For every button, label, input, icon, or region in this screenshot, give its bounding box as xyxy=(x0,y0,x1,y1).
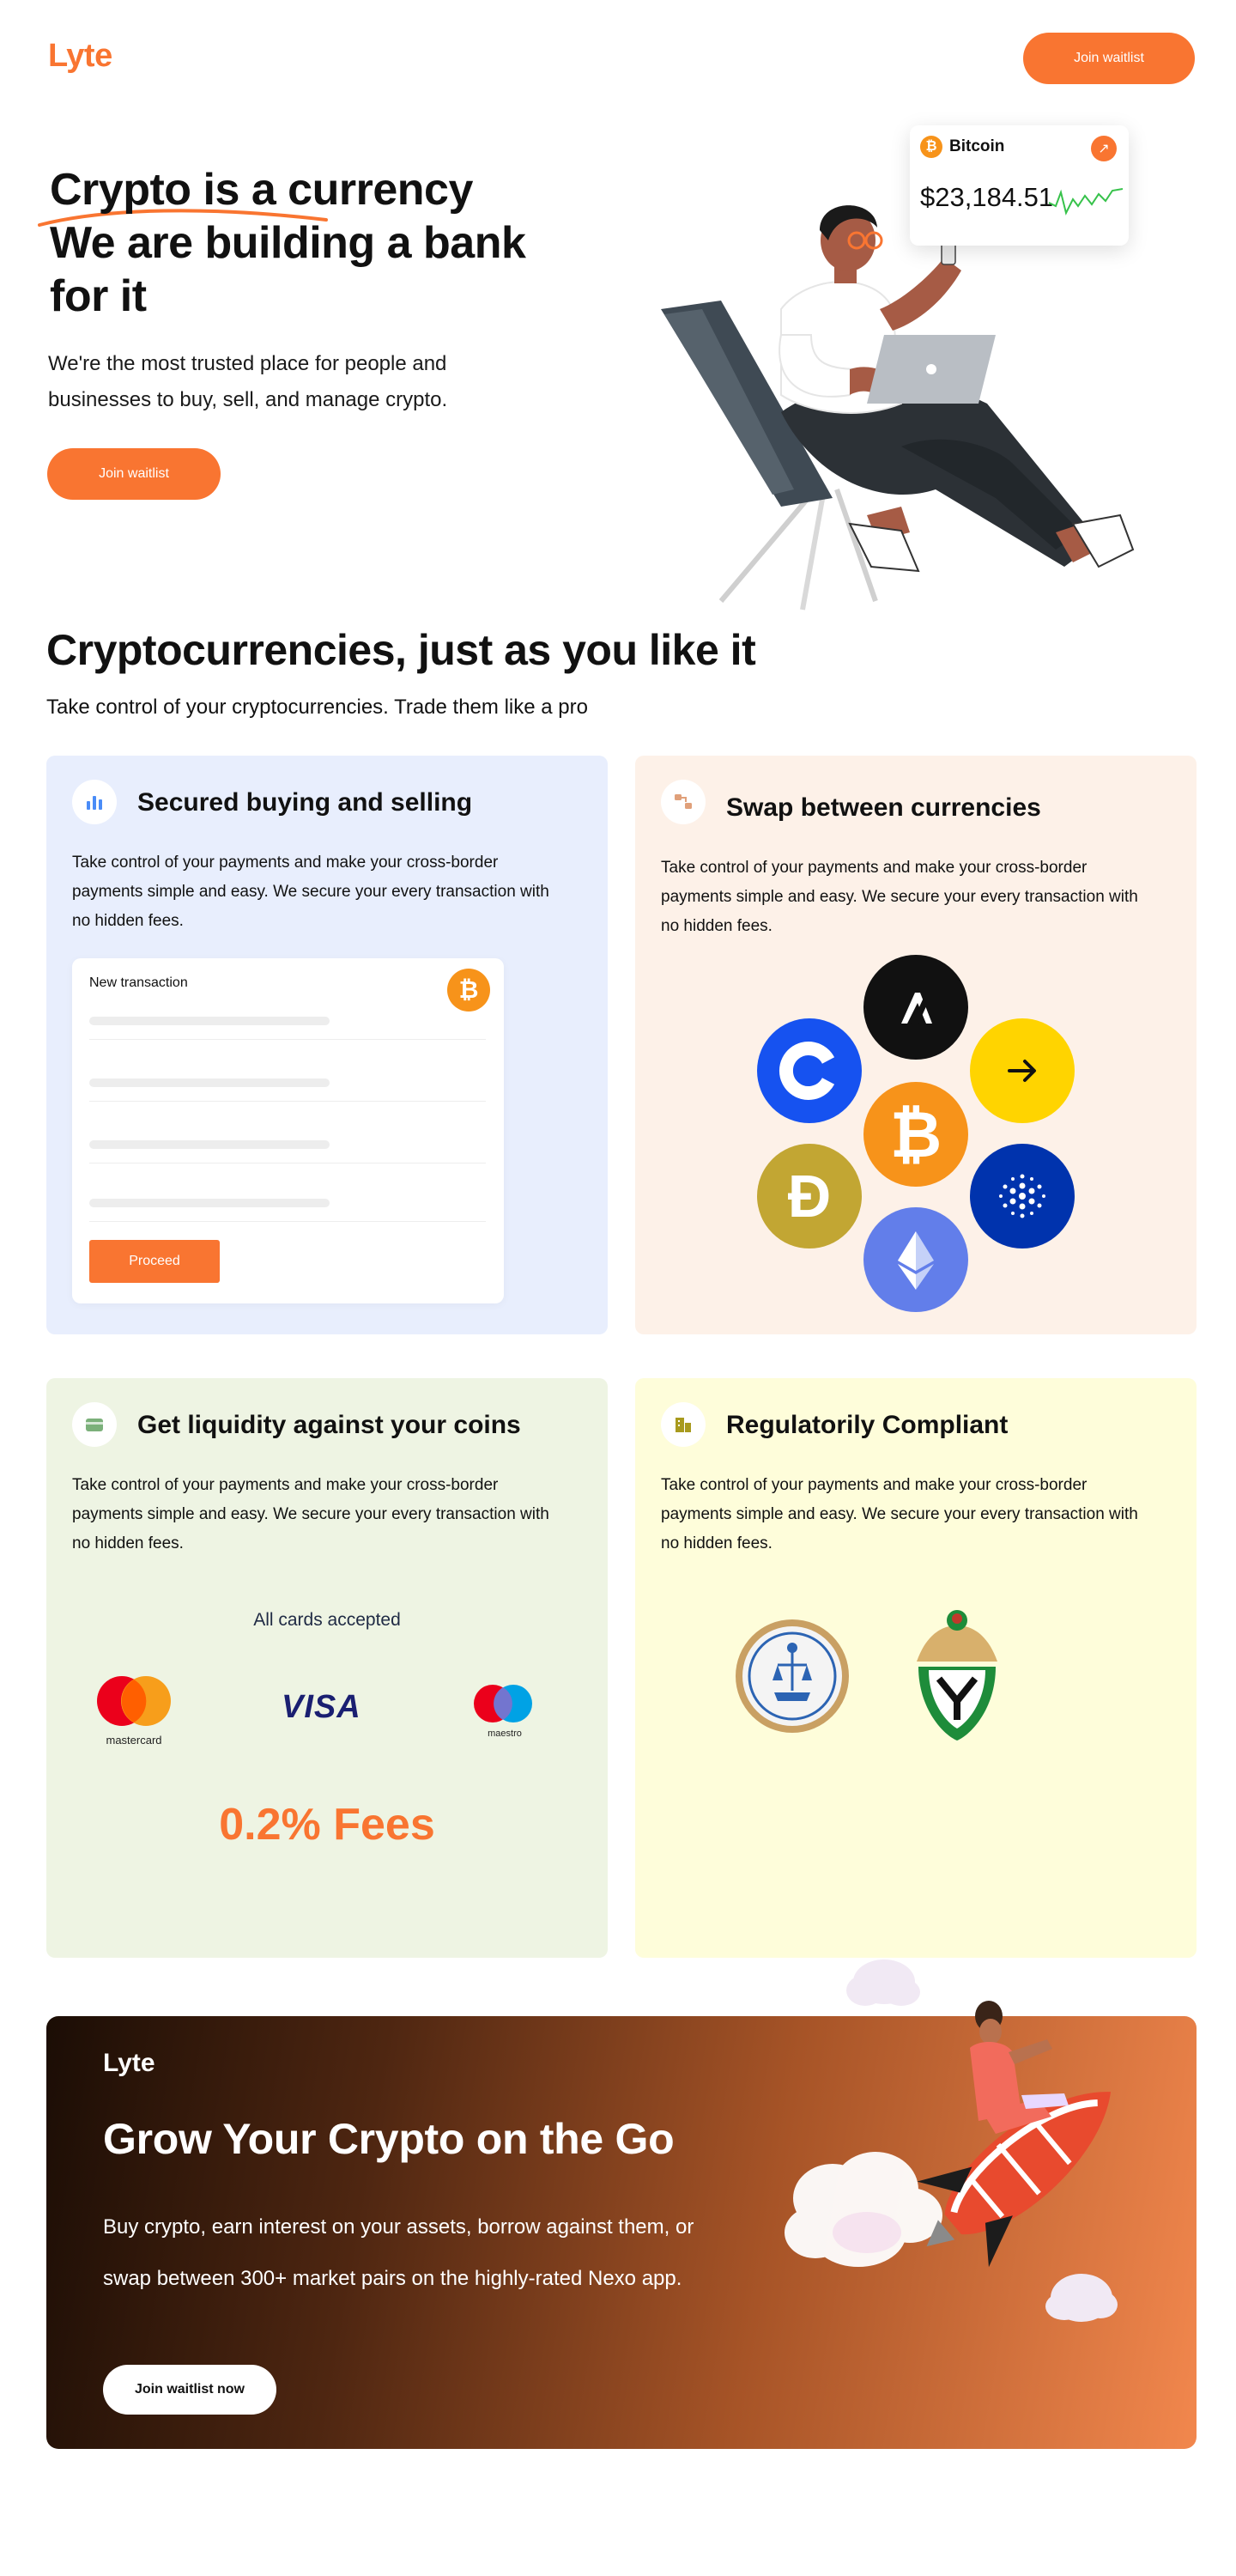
hero-title-line-1: Crypto is a currency xyxy=(50,165,473,215)
mastercard-logo: mastercard xyxy=(91,1674,177,1747)
banner-logo: Lyte xyxy=(103,2049,155,2077)
header-join-waitlist-button[interactable]: Join waitlist xyxy=(1023,33,1195,84)
wallet-icon xyxy=(72,1402,117,1447)
arrow-right-icon xyxy=(970,1018,1075,1123)
transaction-label: New transaction xyxy=(89,975,188,990)
visa-logo: VISA xyxy=(282,1689,361,1725)
feature-card-liquidity: Get liquidity against your coins Take co… xyxy=(46,1378,608,1958)
cardano-icon xyxy=(970,1144,1075,1249)
divider xyxy=(89,1039,486,1040)
card-text: Take control of your payments and make y… xyxy=(661,1476,1138,1552)
building-icon xyxy=(661,1402,706,1447)
bitcoin-price-card: ₿ Bitcoin ↗ $23,184.51 xyxy=(910,125,1129,246)
bitcoin-label: Bitcoin xyxy=(949,137,1005,155)
logo[interactable]: Lyte xyxy=(48,38,112,75)
card-text: Take control of your payments and make y… xyxy=(72,1476,549,1552)
coinbase-icon xyxy=(757,1018,862,1123)
proceed-button[interactable]: Proceed xyxy=(89,1240,220,1283)
bitcoin-icon: ₿ xyxy=(447,969,490,1012)
card-title: Get liquidity against your coins xyxy=(137,1411,521,1439)
central-bank-crest-logo xyxy=(910,1607,1004,1748)
arrow-up-right-icon[interactable]: ↗ xyxy=(1091,136,1117,161)
maestro-logo: maestro xyxy=(470,1683,539,1743)
feature-card-buying-selling: Secured buying and selling Take control … xyxy=(46,756,608,1334)
input-placeholder-bar[interactable] xyxy=(89,1140,330,1149)
input-placeholder-bar[interactable] xyxy=(89,1199,330,1207)
hero-title-line-2: We are building a bank xyxy=(50,218,526,268)
card-title: Swap between currencies xyxy=(726,793,1041,822)
feature-card-swap: Swap between currencies Take control of … xyxy=(635,756,1197,1334)
card-title: Regulatorily Compliant xyxy=(726,1411,1009,1439)
maestro-text: maestro xyxy=(488,1728,522,1739)
hero-subtitle: We're the most trusted place for people … xyxy=(48,352,448,411)
input-placeholder-bar[interactable] xyxy=(89,1078,330,1087)
bitcoin-price: $23,184.51 xyxy=(920,182,1054,212)
ethereum-icon xyxy=(863,1207,968,1312)
swap-icon xyxy=(661,780,706,824)
card-title: Secured buying and selling xyxy=(137,788,473,817)
mastercard-text: mastercard xyxy=(106,1734,162,1747)
feature-card-compliance: Regulatorily Compliant Take control of y… xyxy=(635,1378,1197,1958)
banner-text: Buy crypto, earn interest on your assets… xyxy=(103,2215,694,2290)
hero-join-waitlist-button[interactable]: Join waitlist xyxy=(47,448,221,500)
banner-join-waitlist-button[interactable]: Join waitlist now xyxy=(103,2365,276,2415)
divider xyxy=(89,1221,486,1222)
dogecoin-icon: Đ xyxy=(757,1144,862,1249)
bar-chart-icon xyxy=(72,780,117,824)
price-sparkline xyxy=(1049,188,1123,216)
card-text: Take control of your payments and make y… xyxy=(661,859,1138,935)
girl-on-rocket-illustration xyxy=(785,1959,1118,2322)
hero-title-line-3: for it xyxy=(50,271,147,321)
cards-accepted-label: All cards accepted xyxy=(253,1610,401,1630)
regulator-seal-logo xyxy=(733,1617,851,1740)
fees-label: 0.2% Fees xyxy=(219,1800,435,1850)
algorand-icon xyxy=(863,955,968,1060)
bitcoin-icon: ₿ xyxy=(920,136,942,158)
card-text: Take control of your payments and make y… xyxy=(72,854,549,930)
features-title: Cryptocurrencies, just as you like it xyxy=(46,626,756,674)
banner-title: Grow Your Crypto on the Go xyxy=(103,2115,675,2163)
features-subtitle: Take control of your cryptocurrencies. T… xyxy=(46,696,588,719)
hero-title: Crypto is a currency We are building a b… xyxy=(50,163,582,323)
divider xyxy=(89,1101,486,1102)
new-transaction-form: New transaction ₿ Proceed xyxy=(72,958,504,1303)
bitcoin-icon: ₿ xyxy=(863,1082,968,1187)
input-placeholder-bar[interactable] xyxy=(89,1017,330,1025)
